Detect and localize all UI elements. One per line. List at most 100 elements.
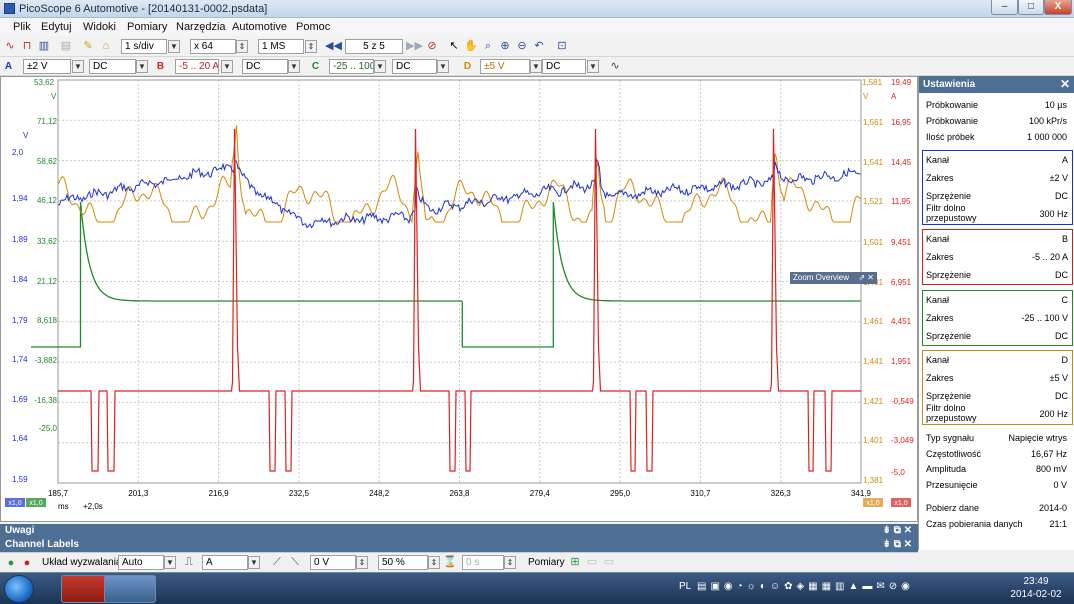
zoom-overview-close-icon[interactable]: ⇗ ✕	[858, 272, 874, 284]
axis-d-tick: 1,561	[863, 118, 884, 127]
persistence-mode-icon[interactable]: ⊓	[19, 38, 35, 54]
axis-b-unit: A	[891, 92, 897, 101]
add-measurement-icon[interactable]: ⊞	[567, 554, 583, 570]
menu-pomiary[interactable]: Pomiary	[127, 21, 167, 33]
trigger-channel-select[interactable]: A	[202, 555, 248, 570]
channel-c-coupling-dropdown-icon[interactable]: ▼	[437, 60, 449, 73]
scope-mode-icon[interactable]: ∿	[2, 38, 18, 54]
channel-d-coupling-dropdown-icon[interactable]: ▼	[587, 60, 599, 73]
channel-b-range-dropdown-icon[interactable]: ▼	[221, 60, 233, 73]
menu-narzedzia[interactable]: Narzędzia	[176, 21, 226, 33]
close-button[interactable]: X	[1044, 0, 1072, 15]
samples-select[interactable]: 1 MS	[258, 39, 304, 54]
zoom-select[interactable]: x 64	[190, 39, 236, 54]
post-trigger-icon[interactable]: ⌛	[442, 554, 458, 570]
setting-row: Sprzężenie DC	[926, 329, 1068, 343]
trigger-level-spinner-icon[interactable]: ⇕	[356, 556, 368, 569]
axis-b-tick: 14,45	[891, 158, 912, 167]
x-axis-tick: 279,4	[530, 489, 551, 498]
channel-b-coupling[interactable]: DC	[242, 59, 288, 74]
trigger-mode-select[interactable]: Auto	[118, 555, 164, 570]
minimize-button[interactable]: –	[991, 0, 1018, 15]
hand-tool-icon[interactable]: ✋	[463, 38, 479, 54]
channel-c-range-dropdown-icon[interactable]: ▼	[374, 60, 386, 73]
zoom-fit-icon[interactable]: ⊡	[554, 38, 570, 54]
channel-a-coupling[interactable]: DC	[89, 59, 136, 74]
notes-pane-pin-icon[interactable]: ⇟ ⧉ ✕	[883, 524, 912, 538]
home-icon[interactable]: ⌂	[98, 38, 114, 54]
pre-trigger-spinner-icon[interactable]: ⇕	[428, 556, 440, 569]
axis-b-tick: -3,049	[891, 436, 914, 445]
probe-icon[interactable]: ✎	[80, 38, 96, 54]
channel-a-coupling-dropdown-icon[interactable]: ▼	[136, 60, 148, 73]
channel-c-range[interactable]: -25 .. 100 V	[329, 59, 374, 74]
menu-automotive[interactable]: Automotive	[232, 21, 287, 33]
language-indicator[interactable]: PL	[679, 581, 691, 592]
menu-plik[interactable]: Plik	[13, 21, 31, 33]
stop-icon[interactable]: ⊘	[424, 38, 440, 54]
axis-c-tick: 71,12	[37, 117, 58, 126]
zoom-select-icon[interactable]: ⌕	[480, 38, 496, 54]
channel-b-badge: B	[156, 61, 165, 72]
trigger-mode-dropdown-icon[interactable]: ▼	[164, 556, 176, 569]
trigger-level-input[interactable]: 0 V	[310, 555, 356, 570]
menu-widoki[interactable]: Widoki	[83, 21, 116, 33]
undo-zoom-icon[interactable]: ↶	[531, 38, 547, 54]
scope-view[interactable]: 53,62 1,581 19,49 V V V A 2,0 1,94 1,89 1,84 1,79 1,…	[0, 76, 918, 597]
delete-measurement-icon[interactable]: ▭	[601, 554, 617, 570]
start-button[interactable]	[4, 575, 34, 603]
notes-pane-title: Uwagi	[5, 525, 35, 536]
setting-value: 100 kPr/s	[1028, 116, 1067, 126]
settings-close-icon[interactable]: ✕	[1060, 76, 1070, 93]
advanced-trigger-icon[interactable]: ⎍	[181, 554, 197, 570]
trigger-delay-input[interactable]: 0 s	[462, 555, 504, 570]
channel-c-coupling[interactable]: DC	[392, 59, 437, 74]
trigger-delay-spinner-icon[interactable]: ⇕	[504, 556, 516, 569]
trigger-channel-dropdown-icon[interactable]: ▼	[248, 556, 260, 569]
setting-key: Częstotliwość	[926, 449, 982, 459]
buffer-first-icon[interactable]: ◀◀	[325, 38, 342, 54]
axis-b-tick: 9,451	[891, 238, 912, 247]
channel-labels-pane-header[interactable]: Channel Labels ⇟ ⧉ ✕	[0, 538, 918, 552]
channel-b-range[interactable]: -5 .. 20 A	[175, 59, 219, 74]
channel-d-settings: Kanał D Zakres ±5 V Sprzężenie DC Filtr dol…	[922, 350, 1073, 425]
buffer-navigator[interactable]: 5 z 5	[345, 39, 403, 54]
zoom-overview-title[interactable]: Zoom Overview ⇗ ✕	[790, 272, 877, 284]
spectrum-mode-icon[interactable]: ▥	[36, 38, 52, 54]
system-tray-icons[interactable]: ▤▣◉◔☼◐☺✿◈▦▦▥▲▬✉⊘◉	[697, 581, 914, 592]
channel-d-range[interactable]: ±5 V	[480, 59, 530, 74]
stop-capture-icon[interactable]: ●	[19, 555, 35, 571]
buffer-last-icon[interactable]: ▶▶	[406, 38, 423, 54]
zoom-out-icon[interactable]: ⊖	[514, 38, 530, 54]
axis-top-d-label: 1,581	[862, 78, 883, 87]
rising-edge-icon[interactable]: ⟋	[269, 554, 285, 570]
math-channels-icon[interactable]: ∿	[607, 58, 623, 74]
picoscope-taskbar-icon[interactable]	[104, 575, 156, 603]
falling-edge-icon[interactable]: ⟍	[287, 554, 303, 570]
channel-d-coupling[interactable]: DC	[542, 59, 586, 74]
axis-a-tick: 1,84	[12, 275, 28, 284]
channel-a-range[interactable]: ±2 V	[23, 59, 71, 74]
timebase-select[interactable]: 1 s/div	[121, 39, 167, 54]
channel-b-coupling-dropdown-icon[interactable]: ▼	[288, 60, 300, 73]
edit-measurement-icon[interactable]: ▭	[584, 554, 600, 570]
maximize-button[interactable]: □	[1018, 0, 1044, 15]
timebase-dropdown-icon[interactable]: ▼	[168, 40, 180, 53]
axis-b-tick: -5,0	[891, 468, 905, 477]
notes-pane-header[interactable]: Uwagi ⇟ ⧉ ✕	[0, 524, 918, 538]
zoom-spinner-icon[interactable]: ⇕	[236, 40, 248, 53]
start-capture-icon[interactable]: ●	[3, 555, 19, 571]
menu-edytuj[interactable]: Edytuj	[41, 21, 72, 33]
menu-pomoc[interactable]: Pomoc	[296, 21, 330, 33]
channel-d-range-dropdown-icon[interactable]: ▼	[530, 60, 542, 73]
channel-labels-pane-pin-icon[interactable]: ⇟ ⧉ ✕	[883, 538, 912, 552]
pre-trigger-input[interactable]: 50 %	[378, 555, 428, 570]
pointer-tool-icon[interactable]: ↖	[446, 38, 462, 54]
channel-a-range-dropdown-icon[interactable]: ▼	[72, 60, 84, 73]
setting-row: Czas pobierania danych 21:1	[926, 517, 1067, 531]
zoom-in-icon[interactable]: ⊕	[497, 38, 513, 54]
clock[interactable]: 23:49 2014-02-02	[1003, 575, 1069, 601]
samples-spinner-icon[interactable]: ⇕	[305, 40, 317, 53]
channels-icon[interactable]: ▤	[58, 38, 74, 54]
scope-graph[interactable]: 53,62 1,581 19,49 V V V A 2,0 1,94 1,89 1,84 1,79 1,…	[1, 77, 917, 521]
